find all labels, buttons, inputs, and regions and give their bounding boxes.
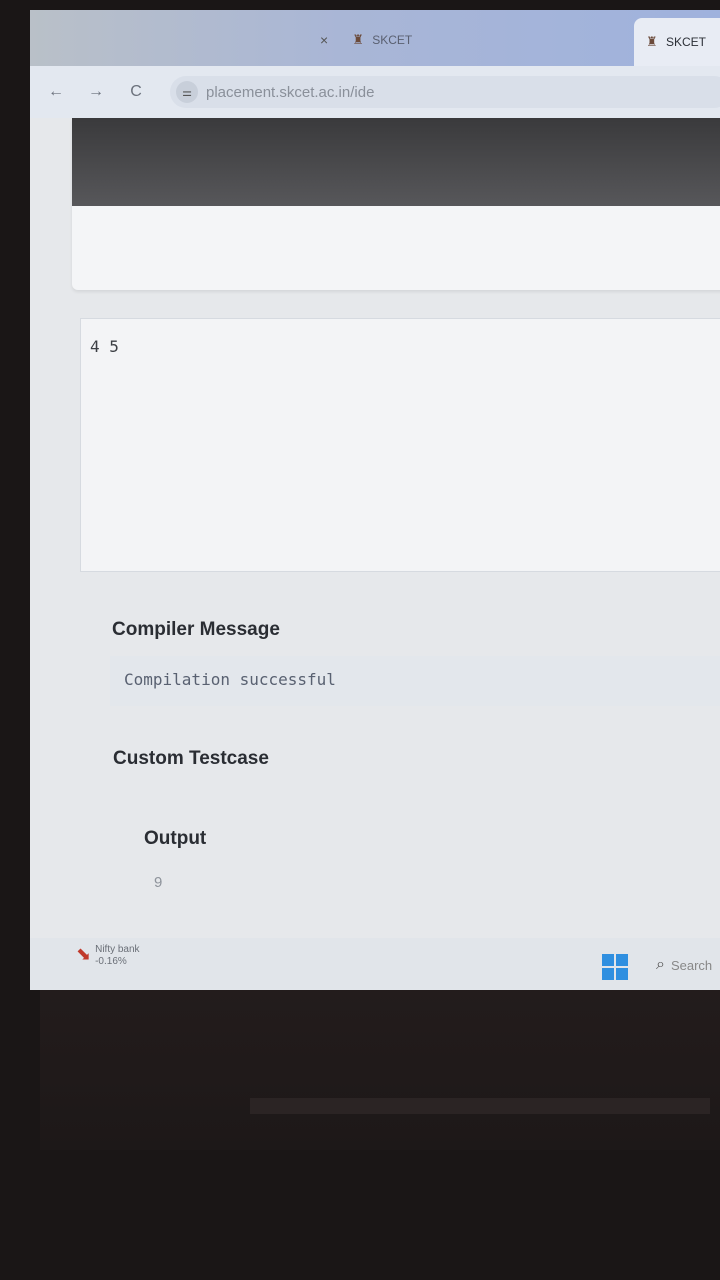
compiler-message-title: Compiler Message — [112, 619, 280, 640]
address-bar[interactable]: ⚌ placement.skcet.ac.in/ide — [170, 76, 720, 108]
back-icon[interactable]: ← — [42, 83, 70, 101]
search-placeholder: Search — [670, 957, 713, 973]
browser-toolbar: ← → C ⚌ placement.skcet.ac.in/ide — [30, 66, 720, 118]
tab-skcet-inactive[interactable]: × ♜ SKCET — [320, 20, 630, 60]
tab-title: SKCET — [666, 35, 707, 49]
url-text[interactable]: placement.skcet.ac.in/ide — [206, 84, 374, 101]
taskbar-search[interactable]: ⌕ Search — [656, 956, 712, 974]
compiler-message-text: Compilation successful — [124, 670, 336, 689]
site-settings-icon[interactable]: ⚌ — [176, 81, 198, 103]
tab-title: SKCET — [372, 33, 413, 47]
tab-close-icon[interactable]: × — [320, 32, 328, 48]
output-value: 9 — [154, 874, 163, 891]
output-title: Output — [144, 828, 207, 849]
code-editor-card — [72, 118, 720, 290]
custom-testcase-title: Custom Testcase — [113, 748, 269, 769]
windows-taskbar: ⬊ Nifty bank -0.16% ⌕ Search — [30, 938, 720, 990]
search-icon: ⌕ — [656, 956, 665, 973]
browser-tab-strip: × ♜ SKCET ♜ SKCET — [30, 10, 720, 66]
monitor-stand-edge — [250, 1098, 710, 1114]
skcet-logo-icon: ♜ — [352, 32, 364, 47]
monitor-screen: × ♜ SKCET ♜ SKCET ← → C ⚌ placement.skce… — [30, 10, 720, 990]
ide-page: 4 5 — [30, 118, 720, 990]
widget-value: -0.16% — [95, 956, 127, 967]
stock-down-icon: ⬊ — [76, 944, 92, 964]
stock-widget[interactable]: ⬊ Nifty bank -0.16% — [76, 944, 140, 968]
skcet-logo-icon: ♜ — [646, 34, 658, 49]
input-text: 4 5 — [90, 337, 119, 356]
forward-icon[interactable]: → — [82, 83, 110, 101]
code-editor-area[interactable] — [72, 118, 720, 206]
custom-input-textarea[interactable]: 4 5 — [80, 318, 720, 572]
tab-skcet-active[interactable]: ♜ SKCET — [634, 18, 720, 66]
monitor-bezel — [40, 990, 720, 1150]
widget-title: Nifty bank — [95, 944, 140, 955]
compiler-message-box: Compilation successful — [110, 656, 720, 706]
windows-start-icon[interactable] — [602, 954, 628, 980]
reload-icon[interactable]: C — [122, 83, 150, 101]
